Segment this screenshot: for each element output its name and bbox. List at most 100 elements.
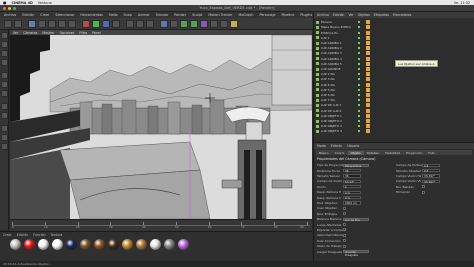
material-swatch[interactable] (136, 239, 147, 250)
floor-icon[interactable] (210, 20, 218, 28)
tag-icon[interactable] (366, 67, 370, 72)
menu-archivo[interactable]: Archivo (4, 13, 16, 17)
tag-icon[interactable] (366, 108, 370, 113)
object-row[interactable]: LUZ GRANDE (316, 67, 472, 72)
attribute-value-field[interactable]: 0 % (343, 190, 361, 194)
workplane-icon[interactable] (1, 134, 8, 141)
object-row[interactable]: Escena (316, 20, 472, 25)
material-swatch[interactable] (94, 239, 105, 250)
light-icon[interactable] (230, 20, 238, 28)
polygons-mode-icon[interactable] (1, 90, 8, 97)
tag-icon[interactable] (366, 30, 370, 35)
visibility-dot-icon[interactable] (358, 114, 360, 117)
object-row[interactable]: LUZ OBJETO 2 (316, 119, 472, 124)
material-swatch[interactable] (178, 239, 189, 250)
attribute-checkbox[interactable] (343, 206, 346, 210)
object-row[interactable]: LUZ OBJETO 1 (316, 113, 472, 119)
mac-menu-ventana[interactable]: Ventana (38, 1, 52, 5)
live-select-icon[interactable] (28, 20, 36, 28)
snap-icon[interactable] (1, 125, 8, 132)
object-row[interactable]: LUZ 4 NA (316, 82, 472, 87)
visibility-dot-icon[interactable] (358, 94, 360, 97)
coordinate-system-icon[interactable] (112, 20, 120, 28)
pen-icon[interactable] (170, 20, 178, 28)
visibility-dot-icon[interactable] (358, 83, 360, 86)
make-editable-icon[interactable] (1, 32, 8, 39)
menu-plugins[interactable]: Plugins (300, 13, 312, 17)
tag-icon[interactable] (366, 25, 370, 30)
menu-render[interactable]: Render (174, 13, 186, 17)
visibility-dot-icon[interactable] (358, 104, 360, 107)
visibility-dot-icon[interactable] (358, 21, 360, 24)
attribute-dropdown[interactable]: Perspectiva (343, 163, 369, 167)
menu-sculpt[interactable]: Sculpt (192, 13, 202, 17)
lock-workplane-icon[interactable] (1, 143, 8, 150)
y-axis-icon[interactable] (92, 20, 100, 28)
material-menu-edicion[interactable]: Edición (17, 233, 29, 237)
material-swatch[interactable] (122, 239, 133, 250)
viewport-menu-panel[interactable]: Panel (92, 31, 101, 35)
tag-icon[interactable] (366, 46, 370, 51)
object-row[interactable]: LUZ 3 NA (316, 77, 472, 82)
visibility-dot-icon[interactable] (358, 73, 360, 76)
object-row[interactable]: LUZ ARRIBA 5 (316, 61, 472, 67)
visibility-dot-icon[interactable] (358, 42, 360, 45)
object-row[interactable]: LUZ ARRIBA 3 (316, 51, 472, 56)
object-row[interactable]: LUZ ARRIBA 4 (316, 56, 472, 61)
tweak-mode-icon[interactable] (1, 112, 8, 119)
attribute-checkbox[interactable] (422, 190, 425, 194)
attribute-checkbox[interactable] (343, 228, 346, 232)
attribute-value-field[interactable]: 2000 cm (343, 201, 361, 205)
attribute-checkbox[interactable] (343, 239, 346, 243)
tag-icon[interactable] (366, 41, 370, 46)
tag-icon[interactable] (366, 124, 370, 129)
visibility-dot-icon[interactable] (358, 130, 360, 133)
viewport-menu-opciones[interactable]: Opciones (60, 31, 75, 35)
attribute-checkbox[interactable] (422, 185, 425, 189)
attr-menu-usuario[interactable]: Usuario (347, 144, 359, 148)
object-row[interactable]: Edificios.Ex (316, 30, 472, 35)
menu-personaje[interactable]: Personaje (259, 13, 275, 17)
visibility-dot-icon[interactable] (358, 62, 360, 65)
attr-tab-foto[interactable]: Foto (425, 151, 437, 155)
visibility-dot-icon[interactable] (358, 99, 360, 102)
object-row[interactable]: LUZ DE LUZ 1 (316, 103, 472, 108)
tag-icon[interactable] (366, 87, 370, 92)
attr-tab-coord[interactable]: Coord. (332, 151, 348, 155)
model-mode-icon[interactable] (1, 41, 8, 48)
material-swatch[interactable] (10, 239, 21, 250)
viewport-menu-ver[interactable]: Ver (13, 31, 18, 35)
scale-icon[interactable] (48, 20, 56, 28)
rotate-icon[interactable] (58, 20, 66, 28)
redo-icon[interactable] (14, 20, 22, 28)
attr-tab-objeto[interactable]: Objeto (347, 150, 364, 155)
material-swatch[interactable] (52, 239, 63, 250)
attribute-dropdown[interactable]: Luz de Día (343, 217, 369, 221)
attribute-value-field[interactable]: 33.397° (422, 174, 440, 178)
object-row[interactable]: Mapa Nuevo-Edificios (316, 25, 472, 30)
deformer-icon[interactable] (200, 20, 208, 28)
object-row[interactable]: LUZ DE LUZ 2 (316, 108, 472, 113)
viewport-3d[interactable]: Ver Cámaras Mostrar Opciones Filtro Pane… (10, 30, 312, 219)
tag-icon[interactable] (366, 119, 370, 124)
timeline[interactable]: 0 10 20 30 40 50 60 70 80 90 (10, 219, 312, 231)
mac-app-name[interactable]: CINEMA 4D (12, 1, 33, 5)
visibility-dot-icon[interactable] (358, 78, 360, 81)
menu-motion-tracker[interactable]: Motion Tracker (208, 13, 232, 17)
om-menu-objetos[interactable]: Objetos (358, 13, 370, 17)
object-row[interactable]: LUZ 7 NA (316, 98, 472, 103)
attribute-value-field[interactable]: 0.5 (422, 163, 440, 167)
attr-menu-modo[interactable]: Modo (317, 144, 326, 148)
tag-icon[interactable] (366, 35, 370, 40)
viewport-menu-filtro[interactable]: Filtro (79, 31, 87, 35)
visibility-dot-icon[interactable] (358, 68, 360, 71)
object-row[interactable]: LUZ 6 NA (316, 93, 472, 98)
tag-icon[interactable] (366, 103, 370, 108)
enable-axis-icon[interactable] (1, 103, 8, 110)
menu-mograph[interactable]: MoGraph (238, 13, 253, 17)
attribute-value-field[interactable]: 0.5 (422, 168, 440, 173)
menu-snap[interactable]: Snap (124, 13, 132, 17)
tag-icon[interactable] (366, 113, 370, 118)
attribute-value-field[interactable]: 36 (343, 174, 361, 178)
attribute-checkbox[interactable] (343, 233, 346, 237)
